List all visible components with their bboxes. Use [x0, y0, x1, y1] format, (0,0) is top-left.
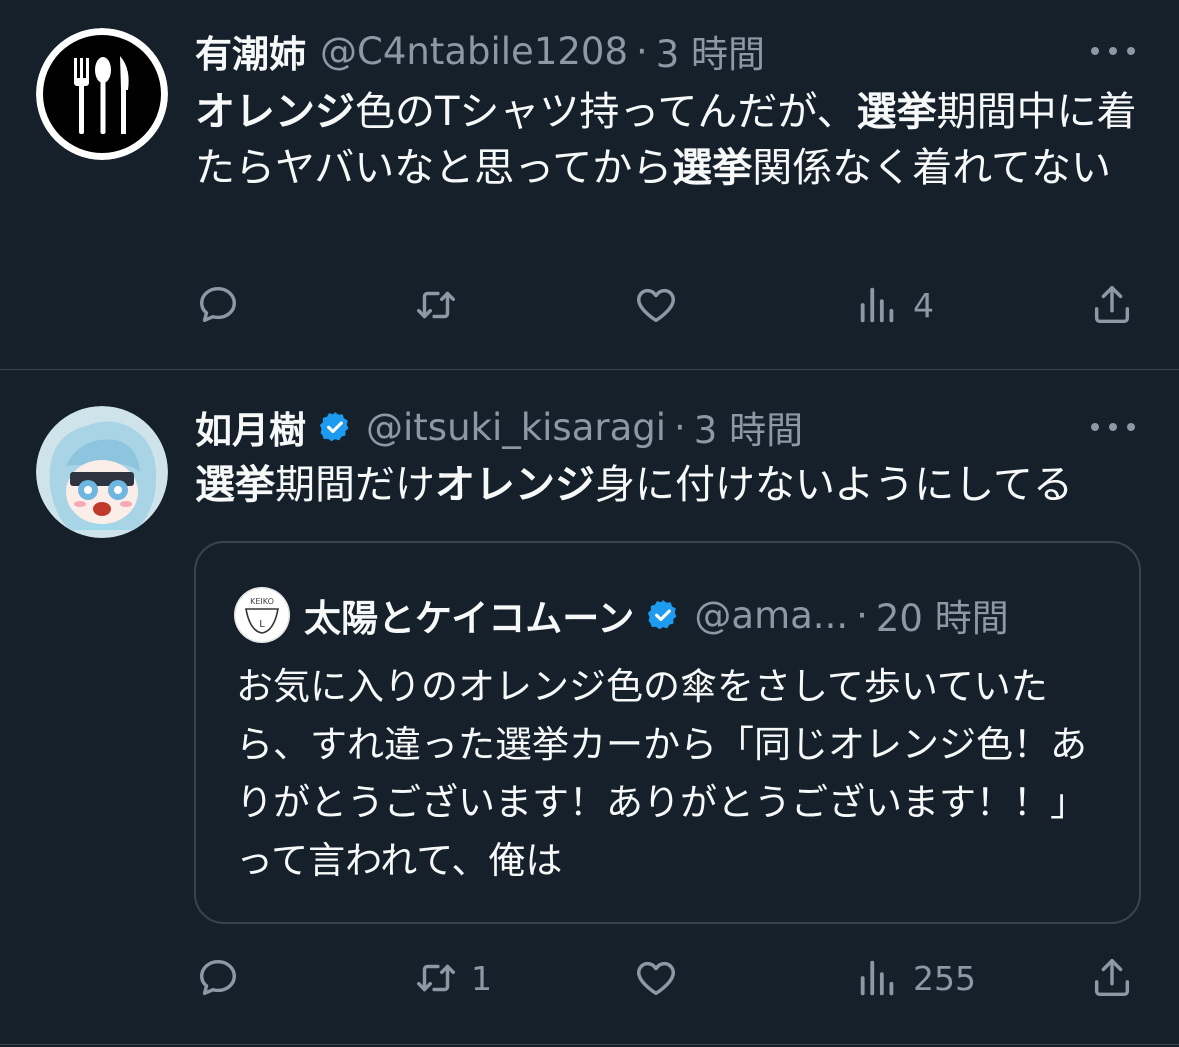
quoted-text: お気に入りのオレンジ色の傘をさして歩いていたら、すれ違った選挙カーから「同じオレ…: [236, 665, 1087, 882]
more-options-icon[interactable]: [1091, 41, 1135, 61]
user-handle[interactable]: @C4ntabile1208: [320, 30, 628, 73]
separator-dot: ·: [635, 29, 648, 73]
views-icon: [860, 287, 894, 323]
quoted-display-name[interactable]: 太陽とケイコムーン: [304, 588, 634, 642]
display-name[interactable]: 如月樹: [195, 402, 306, 452]
anime-avatar-icon: [36, 406, 168, 538]
retweet-icon: [417, 291, 455, 319]
quoted-header: 太陽とケイコムーン @ama... · 20 時間: [304, 587, 1089, 643]
heart-icon: [637, 961, 675, 996]
display-name[interactable]: 有潮姉: [195, 26, 306, 76]
share-button[interactable]: [1089, 280, 1135, 330]
avatar[interactable]: [36, 406, 168, 538]
reply-button[interactable]: [195, 953, 253, 1003]
logo-letter: L: [259, 619, 265, 630]
verified-badge-icon[interactable]: [646, 598, 680, 632]
like-button[interactable]: [633, 953, 691, 1003]
tweet-actions: 1 255: [195, 953, 1145, 1003]
text-segment: 身に付けないようにしてる: [595, 462, 1073, 508]
separator-dot: ·: [674, 405, 686, 449]
views-icon: [860, 960, 894, 996]
timestamp[interactable]: 3 時間: [694, 402, 803, 452]
text-segment: 選挙: [672, 145, 753, 191]
cutlery-icon: [36, 28, 168, 160]
retweet-button[interactable]: [413, 280, 471, 330]
text-segment: 選挙: [195, 462, 275, 508]
share-icon: [1094, 286, 1130, 324]
views-button[interactable]: 4: [855, 280, 934, 330]
tweet-header: 如月樹 @itsuki_kisaragi · 3 時間: [195, 402, 1049, 453]
verified-badge-icon[interactable]: [318, 410, 352, 444]
share-icon: [1094, 959, 1130, 997]
retweet-button[interactable]: 1: [413, 953, 492, 1003]
tweet-text: オレンジ色のTシャツ持ってんだが、選挙期間中に着たらヤバいなと思ってから選挙関係…: [195, 84, 1145, 196]
text-segment: オレンジ: [195, 89, 355, 135]
view-count: 255: [913, 958, 976, 998]
text-segment: 関係なく着れてない: [752, 145, 1112, 191]
timestamp[interactable]: 3 時間: [656, 26, 765, 76]
keiko-logo-icon: KEIKO L: [234, 587, 290, 643]
quoted-avatar[interactable]: KEIKO L: [234, 587, 290, 643]
tweet-actions: 4: [195, 280, 1145, 330]
retweet-icon: [417, 964, 455, 992]
text-segment: 期間だけ: [275, 462, 435, 508]
text-segment: 色のTシャツ持ってんだが、: [355, 89, 857, 135]
reply-icon: [199, 286, 237, 323]
tweet-divider: [0, 1044, 1179, 1045]
quoted-tweet[interactable]: KEIKO L 太陽とケイコムーン @ama... · 20 時間 お気に入りの…: [194, 541, 1141, 924]
avatar[interactable]: [36, 28, 168, 160]
logo-text: KEIKO: [250, 597, 274, 606]
like-button[interactable]: [633, 280, 691, 330]
text-segment: オレンジ: [435, 462, 595, 508]
reply-icon: [199, 959, 237, 996]
quoted-timestamp[interactable]: 20 時間: [876, 588, 1009, 642]
user-handle[interactable]: @itsuki_kisaragi: [366, 406, 666, 449]
more-options-icon[interactable]: [1091, 417, 1135, 437]
tweet-2[interactable]: 如月樹 @itsuki_kisaragi · 3 時間 選挙期間だけオレンジ身に…: [0, 369, 1179, 1044]
share-button[interactable]: [1089, 953, 1135, 1003]
separator-dot: ·: [856, 593, 868, 637]
reply-button[interactable]: [195, 280, 253, 330]
tweet-text: 選挙期間だけオレンジ身に付けないようにしてる: [195, 457, 1145, 513]
heart-icon: [637, 288, 675, 323]
tweet-1[interactable]: 有潮姉 @C4ntabile1208 · 3 時間 オレンジ色のTシャツ持ってん…: [0, 0, 1179, 369]
view-count: 4: [913, 285, 934, 325]
tweet-header: 有潮姉 @C4ntabile1208 · 3 時間: [195, 26, 1049, 77]
text-segment: 選挙: [856, 89, 937, 135]
retweet-count: 1: [471, 958, 492, 998]
views-button[interactable]: 255: [855, 953, 976, 1003]
quoted-handle[interactable]: @ama...: [694, 594, 848, 637]
